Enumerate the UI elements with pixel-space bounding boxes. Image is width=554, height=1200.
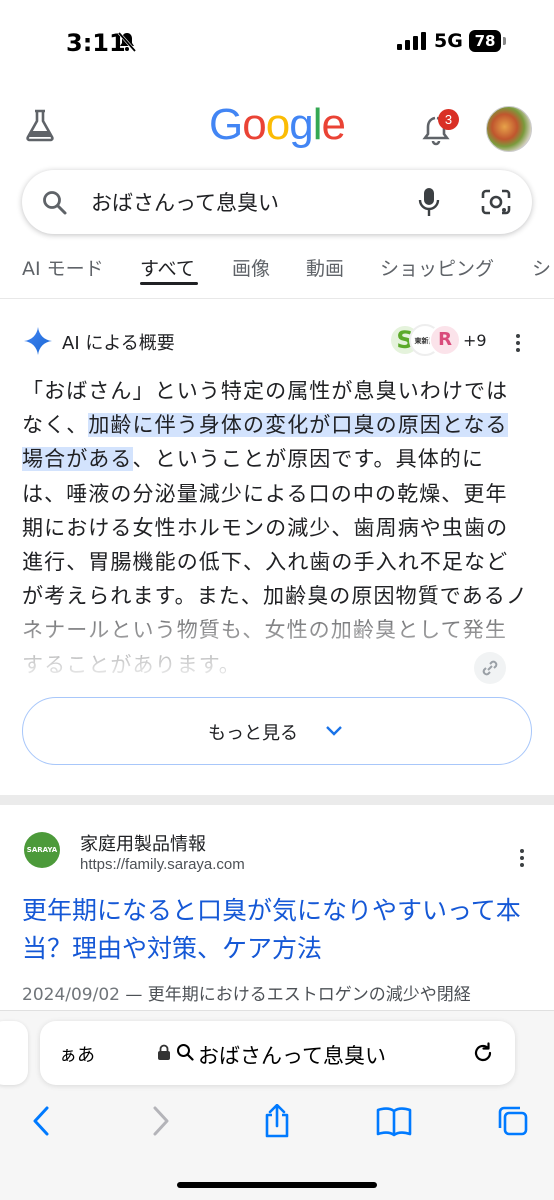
previous-tab-peek[interactable] xyxy=(0,1021,28,1085)
result-options-icon[interactable] xyxy=(518,848,526,868)
tab-ai-mode[interactable]: AI モード xyxy=(22,254,104,281)
search-input[interactable]: おばさんって息臭い xyxy=(91,187,279,217)
search-icon xyxy=(43,191,67,215)
result-snippet: 2024/09/02 — 更年期におけるエストロゲンの減少や閉経 xyxy=(22,980,542,1005)
logo-letter: o xyxy=(242,100,267,149)
page-settings-button[interactable]: ぁあ xyxy=(59,1041,95,1067)
forward-icon[interactable] xyxy=(150,1104,172,1138)
logo-letter: e xyxy=(321,100,346,149)
network-type: 5G xyxy=(434,30,463,52)
ai-sparkle-icon xyxy=(24,327,52,355)
more-options-icon[interactable] xyxy=(514,333,522,353)
ai-text-fade xyxy=(0,610,554,680)
link-icon xyxy=(482,660,498,676)
tab-videos[interactable]: 動画 xyxy=(306,254,344,281)
source-favicon-3: R xyxy=(429,324,461,356)
reload-icon[interactable] xyxy=(471,1041,495,1065)
tab-more-cutoff[interactable]: シ xyxy=(532,254,551,281)
signal-icon xyxy=(397,32,426,50)
silent-mode-icon xyxy=(117,32,137,52)
result-snippet-text: — 更年期におけるエストロゲンの減少や閉経 xyxy=(119,985,471,1005)
logo-letter: g xyxy=(289,100,314,149)
logo-letter: o xyxy=(265,100,291,149)
section-separator xyxy=(0,795,554,805)
ai-overview-title: AI による概要 xyxy=(62,333,175,354)
address-bar[interactable]: ぁあ おばさんって息臭い xyxy=(40,1021,515,1085)
chevron-down-icon xyxy=(326,726,342,736)
notification-count-badge: 3 xyxy=(438,109,459,130)
logo-letter: l xyxy=(312,100,323,149)
address-text: おばさんって息臭い xyxy=(198,1044,386,1068)
show-more-button[interactable]: もっと見る xyxy=(22,697,532,765)
search-tabs: AI モード すべて 画像 動画 ショッピング シ xyxy=(0,250,554,290)
battery-indicator: 78 xyxy=(469,30,501,52)
google-logo: Google xyxy=(0,100,554,150)
result-site-name[interactable]: 家庭用製品情報 xyxy=(80,830,206,856)
divider xyxy=(0,298,554,299)
show-more-label: もっと見る xyxy=(208,723,298,744)
ai-sources[interactable]: S 東新聞 R xyxy=(389,324,461,356)
back-icon[interactable] xyxy=(30,1104,52,1138)
search-box[interactable]: おばさんって息臭い xyxy=(22,170,532,234)
result-url[interactable]: https://family.saraya.com xyxy=(80,856,245,873)
more-sources-count[interactable]: +9 xyxy=(463,331,487,350)
status-bar: 3:11 5G 78 xyxy=(0,0,554,90)
result-title-link[interactable]: 更年期になると口臭が気になりやすいって本当？理由や対策、ケア方法 xyxy=(22,892,532,968)
google-lens-icon[interactable] xyxy=(481,188,511,216)
lock-icon xyxy=(158,1044,170,1060)
bookmarks-icon[interactable] xyxy=(376,1104,412,1138)
avatar[interactable] xyxy=(486,106,532,152)
link-chip[interactable] xyxy=(474,652,506,684)
result-date: 2024/09/02 xyxy=(22,985,120,1005)
tab-all[interactable]: すべて xyxy=(140,254,195,281)
home-indicator xyxy=(177,1182,377,1188)
tab-shopping[interactable]: ショッピング xyxy=(380,254,494,281)
microphone-icon[interactable] xyxy=(418,187,440,217)
tab-images[interactable]: 画像 xyxy=(232,254,270,281)
active-tab-indicator xyxy=(140,282,198,285)
share-icon[interactable] xyxy=(262,1104,292,1138)
logo-letter: G xyxy=(209,100,243,149)
search-icon xyxy=(177,1044,194,1061)
site-favicon[interactable]: SARAYA xyxy=(24,832,60,868)
tabs-icon[interactable] xyxy=(496,1104,528,1138)
battery-nub xyxy=(503,37,506,45)
